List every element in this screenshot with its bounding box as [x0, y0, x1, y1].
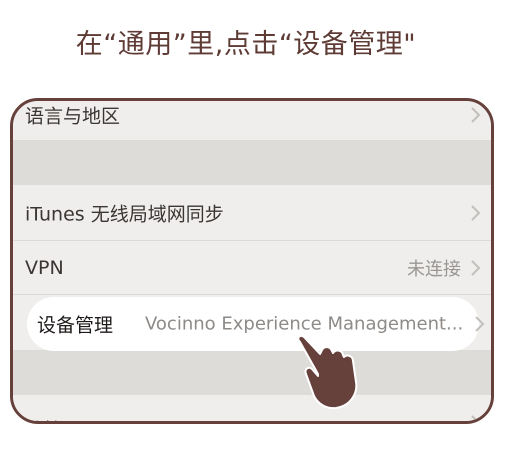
settings-row-label: iTunes 无线局域网同步 — [25, 203, 224, 225]
chevron-right-icon — [475, 316, 485, 332]
vpn-status: 未连接 — [407, 258, 461, 280]
settings-row-label: 监管 — [25, 416, 63, 421]
instruction-banner: 在“通用”里,点击“设备管理" — [75, 29, 417, 60]
section-gap — [13, 351, 491, 395]
chevron-right-icon — [471, 106, 481, 123]
section-gap — [13, 141, 491, 185]
settings-row-itunes-wifi-sync[interactable]: iTunes 无线局域网同步 — [13, 185, 491, 241]
settings-row-vpn[interactable]: VPN 未连接 — [13, 241, 491, 295]
settings-panel: 语言与地区 iTunes 无线局域网同步 VPN 未连接 设备管理 Vocinn… — [10, 98, 494, 424]
settings-row-label: VPN — [25, 256, 64, 279]
settings-row-supervision[interactable]: 监管 — [13, 395, 491, 421]
settings-row-label: 语言与地区 — [25, 105, 121, 127]
settings-row-device-management[interactable]: 设备管理 Vocinno Experience Management... — [27, 297, 485, 351]
chevron-right-icon — [471, 414, 479, 421]
chevron-right-icon — [471, 204, 481, 221]
chevron-right-icon — [471, 259, 481, 276]
settings-row-label: 设备管理 — [37, 314, 114, 337]
pointing-hand-icon — [297, 334, 358, 410]
settings-row-language-region[interactable]: 语言与地区 — [13, 101, 491, 141]
